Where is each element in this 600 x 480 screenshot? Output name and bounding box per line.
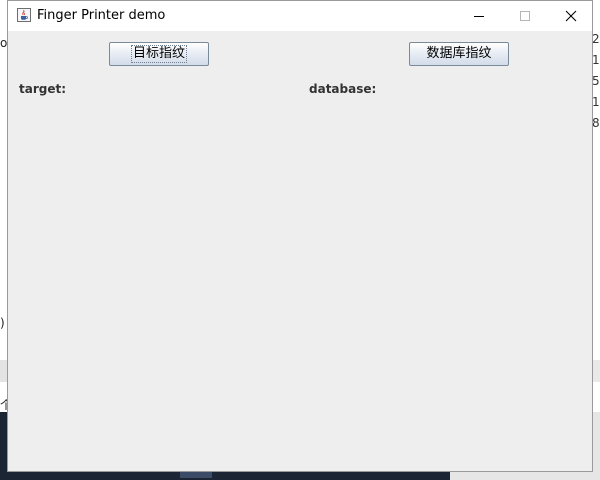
window-title: Finger Printer demo (37, 8, 166, 23)
close-icon (565, 10, 577, 22)
background-digit: 1 (592, 95, 600, 109)
database-fingerprint-button-label: 数据库指纹 (426, 46, 492, 61)
title-bar[interactable]: Finger Printer demo (8, 1, 592, 31)
target-fingerprint-button[interactable]: 目标指纹 (109, 42, 209, 66)
maximize-button[interactable] (502, 1, 548, 31)
target-label: target: (19, 82, 67, 96)
background-digit: 5 (592, 74, 600, 88)
background-digit: 2 (592, 32, 600, 46)
content-panel: 目标指纹 数据库指纹 target: database: (8, 31, 592, 471)
minimize-button[interactable] (456, 1, 502, 31)
taskbar-item[interactable] (180, 472, 212, 478)
maximize-icon (520, 11, 530, 21)
minimize-icon (474, 16, 484, 17)
app-window: Finger Printer demo 目标指纹 数据库指纹 target: d… (7, 0, 593, 472)
background-digit: 8 (592, 116, 600, 130)
close-button[interactable] (548, 1, 594, 31)
database-fingerprint-button[interactable]: 数据库指纹 (409, 42, 509, 66)
target-fingerprint-button-label: 目标指纹 (130, 45, 187, 63)
background-digit: 1 (592, 53, 600, 67)
database-label: database: (309, 82, 377, 96)
java-cup-icon[interactable] (17, 8, 31, 22)
background-text-fragment: ) (0, 316, 5, 330)
